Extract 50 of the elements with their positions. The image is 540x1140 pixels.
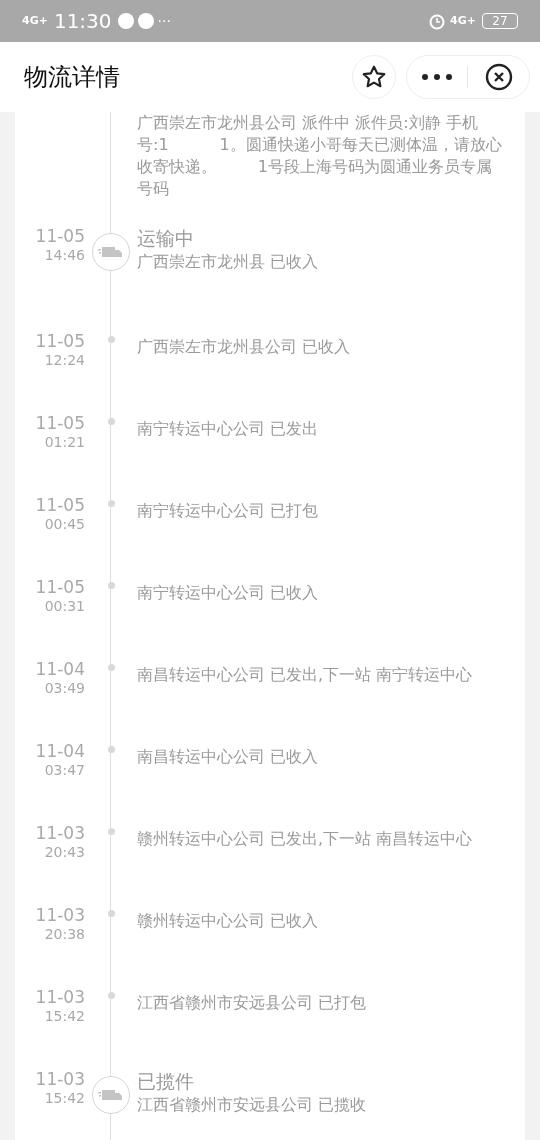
date-text: 11-04 xyxy=(35,659,85,679)
clock-text: 11:30 xyxy=(53,8,112,35)
status-title: 已揽件 xyxy=(137,1069,195,1094)
date-text: 11-05 xyxy=(35,577,85,597)
event-text: 广西崇左市龙州县公司 已收入 xyxy=(137,336,352,357)
date-text: 11-04 xyxy=(35,741,85,761)
truck-icon xyxy=(98,1087,124,1103)
time-text: 00:45 xyxy=(44,515,85,533)
event-text: 江西省赣州市安远县公司 已揽收 xyxy=(137,1094,368,1115)
network-text: 4G+ xyxy=(22,12,48,29)
event-text: 南宁转运中心公司 已收入 xyxy=(137,582,320,603)
truck-icon xyxy=(98,244,124,260)
time-text: 15:42 xyxy=(44,1089,85,1107)
event-text: 赣州转运中心公司 已收入 xyxy=(137,910,320,931)
time-text: 14:46 xyxy=(44,246,85,264)
date-text: 11-03 xyxy=(35,905,85,925)
date-text: 11-03 xyxy=(35,1069,85,1089)
event-text: 南昌转运中心公司 已收入 xyxy=(137,746,320,767)
time-text: 00:31 xyxy=(44,597,85,615)
close-icon xyxy=(484,63,513,91)
page-title: 物流详情 xyxy=(24,62,120,93)
event-text: 南宁转运中心公司 已打包 xyxy=(137,500,320,521)
battery-icon: 27 xyxy=(482,13,518,29)
event-text: 广西崇左市龙州县 已收入 xyxy=(137,251,320,272)
notification-icon xyxy=(137,13,154,29)
time-text: 15:42 xyxy=(44,1007,85,1025)
more-icon xyxy=(422,74,452,80)
status-title: 运输中 xyxy=(137,226,195,251)
event-text: 赣州转运中心公司 已发出,下一站 南昌转运中心 xyxy=(137,828,474,849)
more-text: ··· xyxy=(157,11,171,31)
notification-icon xyxy=(117,13,134,29)
star-icon xyxy=(361,64,387,90)
date-text: 11-05 xyxy=(35,226,85,246)
event-text: 南宁转运中心公司 已发出 xyxy=(137,418,320,439)
event-text: 广西崇左市龙州县公司 派件中 派件员:刘静 手机号:1 1。圆通快递小哥每天已测体温，请放心收寄快递。 1号段上海号码为圆通业务员专属号码 xyxy=(137,112,503,200)
network-text: 4G+ xyxy=(450,12,476,29)
date-text: 11-05 xyxy=(35,331,85,351)
date-text: 11-03 xyxy=(35,987,85,1007)
alarm-icon xyxy=(428,12,447,30)
time-text: 03:47 xyxy=(44,761,85,779)
date-text: 11-03 xyxy=(35,823,85,843)
date-text: 11-05 xyxy=(35,413,85,433)
event-text: 江西省赣州市安远县公司 已打包 xyxy=(137,992,368,1013)
time-text: 01:21 xyxy=(44,433,85,451)
date-text: 11-05 xyxy=(35,495,85,515)
time-text: 20:38 xyxy=(44,925,85,943)
time-text: 20:43 xyxy=(44,843,85,861)
event-text: 南昌转运中心公司 已发出,下一站 南宁转运中心 xyxy=(137,664,474,685)
time-text: 12:24 xyxy=(44,351,85,369)
time-text: 03:49 xyxy=(44,679,85,697)
